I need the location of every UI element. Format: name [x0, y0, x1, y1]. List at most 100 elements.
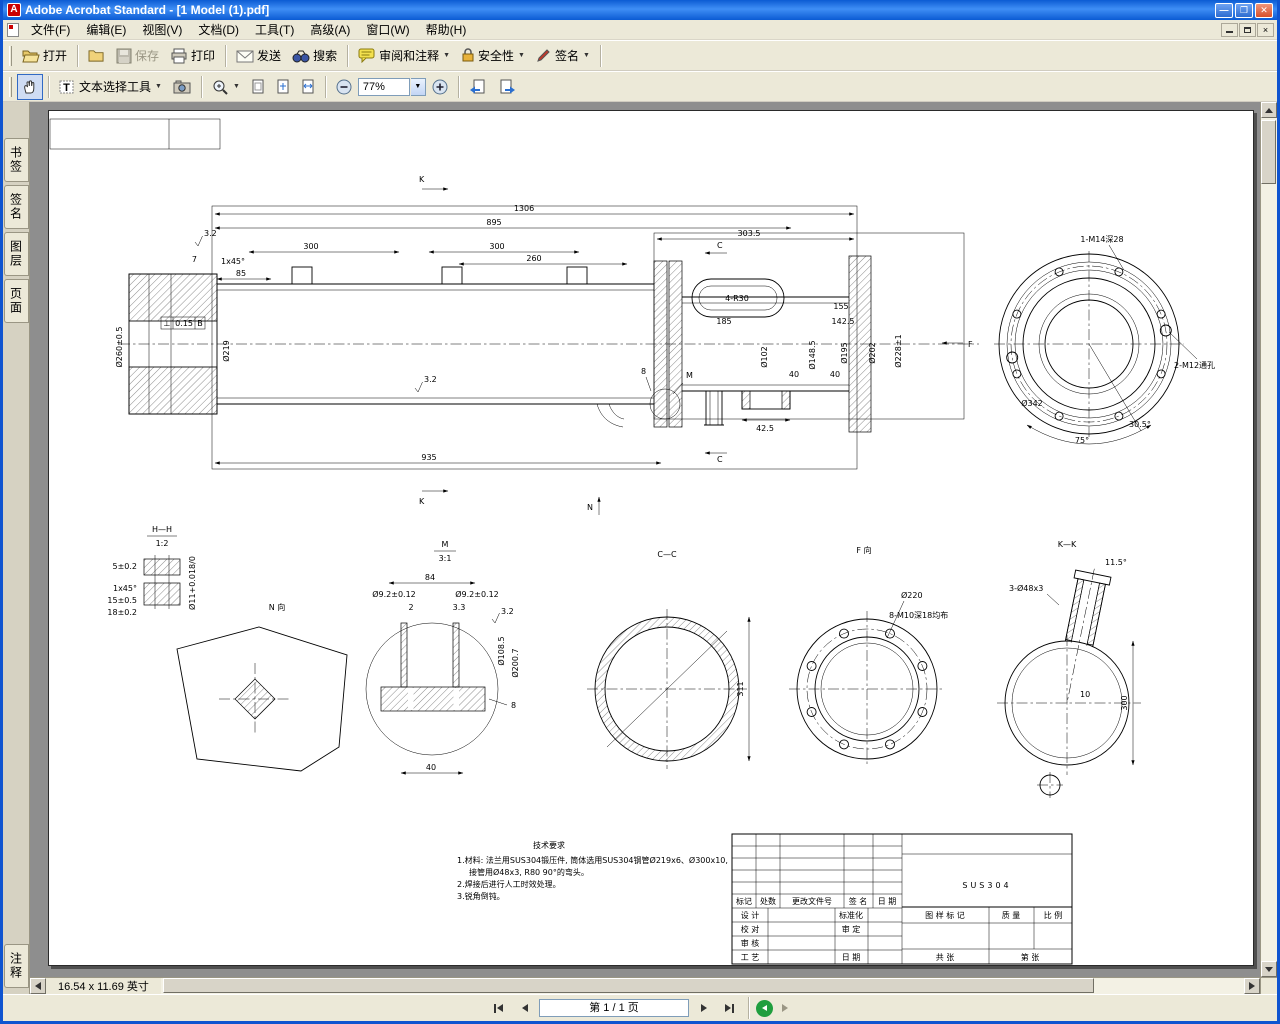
hand-icon [24, 79, 35, 93]
menu-window[interactable]: 窗口(W) [358, 19, 417, 40]
vertical-scroll-thumb[interactable] [1261, 120, 1276, 184]
tb-drawing-mark: 图 样 标 记 [925, 910, 965, 920]
save-button[interactable]: 保存 [111, 43, 164, 69]
last-page-button[interactable] [718, 998, 741, 1019]
workspace: 书签 签名 图层 页面 注释 1306 895 303.5 300 300 26… [3, 102, 1277, 994]
label-2-m12: 2-M12通孔 [1174, 360, 1215, 370]
zoom-out-button[interactable] [331, 74, 357, 100]
tab-pages[interactable]: 页面 [3, 279, 29, 323]
vertical-scroll-track[interactable] [1261, 118, 1277, 961]
previous-page-button[interactable] [513, 998, 536, 1019]
section-c-top: C [717, 241, 723, 250]
fit-page-button[interactable] [271, 74, 295, 100]
send-button[interactable]: 发送 [231, 43, 286, 69]
scroll-up-button[interactable] [1261, 102, 1277, 118]
tech-line2: 接管用Ø48x3, R80 90°的弯头。 [469, 867, 589, 877]
scroll-right-button[interactable] [1244, 978, 1260, 994]
tab-bookmarks[interactable]: 书签 [3, 138, 29, 182]
horizontal-scroll-thumb[interactable] [162, 978, 1095, 993]
scroll-left-button[interactable] [30, 978, 46, 994]
actual-size-button[interactable] [246, 74, 270, 100]
sign-button[interactable]: 签名 ▼ [531, 43, 595, 69]
dim-42-5: 42.5 [756, 424, 774, 433]
open-button[interactable]: 打开 [17, 43, 72, 69]
hand-tool-button[interactable] [17, 73, 43, 100]
tech-line4: 3.锐角倒钝。 [457, 891, 505, 901]
close-button[interactable]: ✕ [1255, 2, 1273, 18]
kk-dim-300: 300 [1120, 695, 1129, 710]
next-view-nav-button[interactable] [776, 1000, 793, 1017]
envelope-icon [236, 50, 254, 62]
organizer-button[interactable] [83, 43, 110, 69]
next-view-icon [781, 1004, 788, 1012]
scroll-down-button[interactable] [1261, 961, 1277, 977]
dim-155: 155 [833, 302, 848, 311]
fit-width-button[interactable] [296, 74, 320, 100]
m-dim-84: 84 [425, 573, 435, 582]
view-toolbar: T 文本选择工具 ▼ ▼ 77% ▼ [3, 71, 1277, 102]
menu-document[interactable]: 文档(D) [190, 19, 247, 40]
doc-close-button[interactable]: × [1257, 22, 1274, 37]
n-title: N 向 [269, 602, 286, 612]
printer-icon [171, 48, 187, 63]
document-view[interactable]: 1306 895 303.5 300 300 260 935 85 7 1x45… [30, 102, 1260, 977]
zoom-tool-button[interactable]: ▼ [207, 74, 245, 100]
zoom-in-button[interactable] [427, 74, 453, 100]
zoom-level-input[interactable]: 77% [357, 77, 410, 96]
doc-minimize-button[interactable] [1221, 22, 1238, 37]
restore-button[interactable]: ❐ [1235, 2, 1253, 18]
menu-advanced[interactable]: 高级(A) [302, 19, 358, 40]
search-button[interactable]: 搜索 [287, 43, 342, 69]
menu-file[interactable]: 文件(F) [23, 19, 78, 40]
dim-40-1: 40 [789, 370, 799, 379]
menu-tools[interactable]: 工具(T) [247, 19, 302, 40]
save-label: 保存 [135, 49, 160, 63]
svg-text:T: T [63, 82, 70, 94]
tab-comments[interactable]: 注释 [3, 944, 29, 988]
m-d92-2: Ø9.2±0.12 [455, 589, 499, 599]
m-dim-40: 40 [426, 763, 436, 772]
print-button[interactable]: 打印 [165, 43, 220, 69]
toolbar-grip[interactable] [9, 45, 12, 66]
zoom-dropdown-button[interactable]: ▼ [410, 77, 426, 96]
first-page-button[interactable] [487, 998, 510, 1019]
tb-sheet-no: 第 张 [1021, 952, 1040, 962]
title-block: SUS304 标记 处数 更改文件号 签 名 日 期 设 计 标准化 校 对 审… [731, 833, 1073, 965]
horizontal-scroll-track[interactable] [160, 978, 1244, 994]
label-1-m14: 1-M14深28 [1080, 235, 1123, 244]
menu-view[interactable]: 视图(V) [134, 19, 190, 40]
open-label: 打开 [43, 49, 68, 63]
horizontal-scrollbar: 16.54 x 11.69 英寸 [30, 977, 1260, 994]
doc-restore-button[interactable] [1239, 22, 1256, 37]
m-dim-2: 2 [408, 603, 413, 612]
menu-help[interactable]: 帮助(H) [418, 19, 475, 40]
menu-edit[interactable]: 编辑(E) [78, 19, 134, 40]
dim-40-2: 40 [830, 370, 840, 379]
navigation-tabstrip: 书签 签名 图层 页面 注释 [3, 102, 30, 994]
tb-standardize: 标准化 [839, 910, 863, 920]
previous-view-icon [762, 1005, 767, 1011]
view-n-arrow-label: N [587, 503, 593, 512]
previous-view-nav-button[interactable] [756, 999, 773, 1017]
snapshot-tool-button[interactable] [168, 74, 196, 100]
material-label: SUS304 [962, 881, 1011, 890]
security-label: 安全性 [478, 49, 515, 63]
page-number-input[interactable]: 第 1 / 1 页 [539, 999, 689, 1017]
window-title: Adobe Acrobat Standard - [1 Model (1).pd… [25, 3, 270, 17]
security-button[interactable]: 安全性 ▼ [456, 43, 530, 69]
toolbar-grip[interactable] [9, 76, 12, 97]
tab-signatures[interactable]: 签名 [3, 185, 29, 229]
dim-d219: Ø219 [221, 340, 231, 362]
magnifier-icon [213, 80, 228, 95]
previous-view-button[interactable] [464, 74, 492, 100]
tab-layers[interactable]: 图层 [3, 232, 29, 276]
m-d92-1: Ø9.2±0.12 [372, 589, 416, 599]
text-select-tool-button[interactable]: T 文本选择工具 ▼ [54, 74, 167, 100]
review-comment-button[interactable]: 审阅和注释 ▼ [353, 43, 455, 69]
next-page-button[interactable] [692, 998, 715, 1019]
actual-size-icon [252, 79, 264, 93]
minimize-button[interactable]: — [1215, 2, 1233, 18]
tb-total-sheets: 共 张 [936, 953, 955, 962]
next-view-button[interactable] [493, 74, 521, 100]
detail-m-label: M [686, 371, 693, 380]
